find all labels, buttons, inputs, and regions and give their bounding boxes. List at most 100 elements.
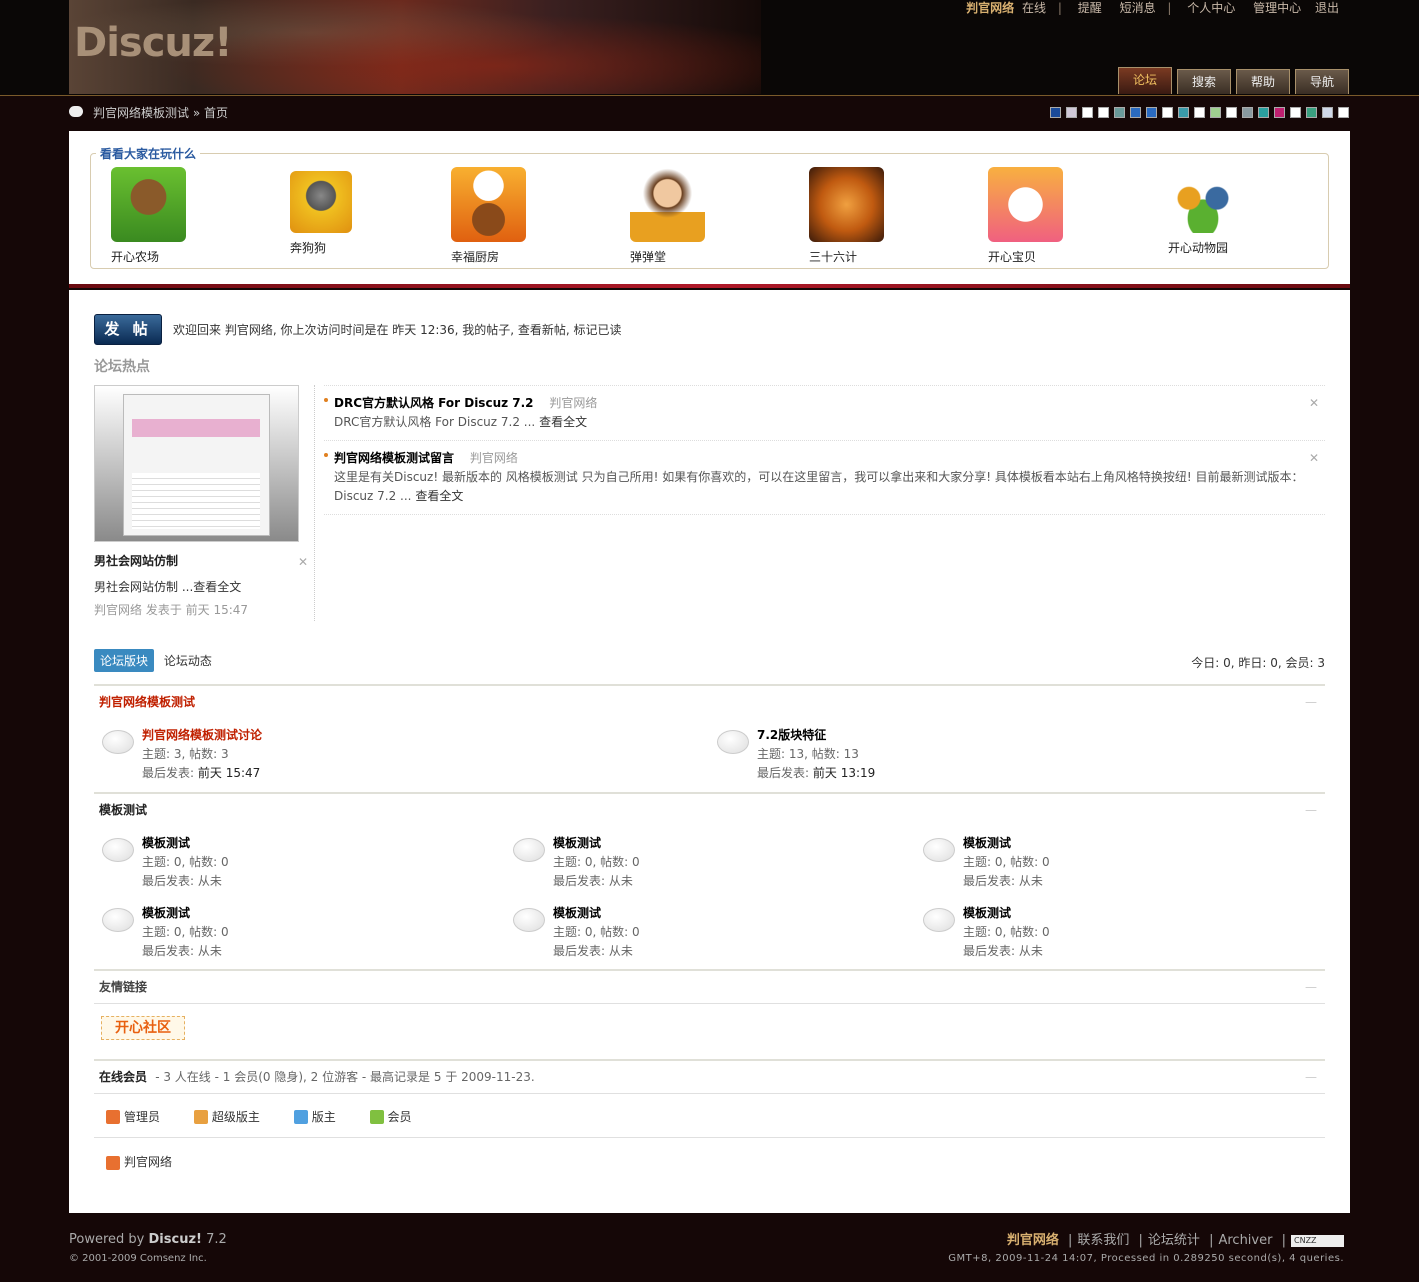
strategy-game-icon[interactable] <box>809 167 884 242</box>
site-logo[interactable]: Discuz! <box>74 20 232 66</box>
forum-bubble-icon <box>102 908 134 932</box>
tab-forum[interactable]: 论坛 <box>1118 67 1172 94</box>
forum-item: 模板测试 主题: 0, 帖数: 0 最后发表: 从未 <box>98 834 498 894</box>
collapse-icon[interactable]: — <box>1305 1061 1317 1093</box>
forum-name[interactable]: 7.2版块特征 <box>757 726 826 743</box>
online-legend: 管理员 超级版主 版主 会员 <box>106 1108 442 1127</box>
tab-help[interactable]: 帮助 <box>1236 69 1290 94</box>
forum-name[interactable]: 模板测试 <box>963 834 1011 851</box>
forum-last-post: 最后发表: 前天 15:47 <box>142 766 261 780</box>
game-item[interactable]: 开心农场 <box>111 167 191 265</box>
collapse-icon[interactable]: — <box>1305 686 1317 718</box>
forum-name[interactable]: 模板测试 <box>553 834 601 851</box>
friend-links-title[interactable]: 友情链接 <box>94 971 1325 1004</box>
forum-name[interactable]: 模板测试 <box>553 904 601 921</box>
reminder-link[interactable]: 提醒 <box>1078 1 1102 15</box>
logout-link[interactable]: 退出 <box>1315 1 1339 15</box>
style-swatch[interactable] <box>1290 107 1301 118</box>
cnzz-badge[interactable]: CNZZ <box>1291 1234 1344 1247</box>
hot-item-author[interactable]: 判官网络 <box>549 396 597 410</box>
forum-name[interactable]: 模板测试 <box>142 834 190 851</box>
online-status[interactable]: 在线 <box>1022 1 1046 15</box>
style-swatch[interactable] <box>1178 107 1189 118</box>
online-user[interactable]: 判官网络 <box>106 1153 172 1170</box>
legend-admin: 管理员 <box>106 1108 160 1125</box>
game-item[interactable]: 开心动物园 <box>1168 175 1248 256</box>
user-center-link[interactable]: 个人中心 <box>1187 1 1235 15</box>
admin-center-link[interactable]: 管理中心 <box>1253 1 1301 15</box>
forum-name[interactable]: 判官网络模板测试讨论 <box>142 726 262 743</box>
discuz-link[interactable]: Discuz! <box>149 1232 202 1247</box>
style-swatch[interactable] <box>1082 107 1093 118</box>
hot-item-title[interactable]: 判官网络模板测试留言 <box>334 451 454 465</box>
style-swatch[interactable] <box>1322 107 1333 118</box>
collapse-icon[interactable]: — <box>1305 794 1317 826</box>
featured-thumbnail[interactable] <box>94 385 299 542</box>
category-title[interactable]: 判官网络模板测试 <box>94 686 1325 718</box>
breadcrumb-site[interactable]: 判官网络模板测试 <box>93 106 189 120</box>
style-swatch[interactable] <box>1146 107 1157 118</box>
forum-name[interactable]: 模板测试 <box>963 904 1011 921</box>
style-swatch[interactable] <box>1258 107 1269 118</box>
game-item[interactable]: 三十六计 <box>809 167 889 265</box>
style-swatch[interactable] <box>1050 107 1061 118</box>
tab-navigation[interactable]: 导航 <box>1295 69 1349 94</box>
admin-user-icon <box>106 1155 120 1170</box>
close-icon[interactable]: ✕ <box>298 555 308 569</box>
kitchen-game-icon[interactable] <box>451 167 526 242</box>
hot-item: DRC官方默认风格 For Discuz 7.2 判官网络 ✕ DRC官方默认风… <box>324 385 1325 440</box>
style-swatch[interactable] <box>1130 107 1141 118</box>
games-panel: 看看大家在玩什么 开心农场 奔狗狗 幸福厨房 弹弹堂 三十六计 开心宝贝 开心动… <box>69 131 1350 284</box>
style-swatch[interactable] <box>1066 107 1077 118</box>
forum-stats: 主题: 0, 帖数: 0 <box>553 855 640 869</box>
online-title[interactable]: 在线会员 <box>99 1070 147 1084</box>
style-swatch[interactable] <box>1210 107 1221 118</box>
online-user-name[interactable]: 判官网络 <box>124 1155 172 1169</box>
username-link[interactable]: 判官网络 <box>966 1 1014 15</box>
close-icon[interactable]: ✕ <box>1309 451 1319 465</box>
style-swatch[interactable] <box>1114 107 1125 118</box>
forum-last-post: 最后发表: 从未 <box>142 944 222 958</box>
close-icon[interactable]: ✕ <box>1309 396 1319 410</box>
ddtank-game-icon[interactable] <box>630 167 705 242</box>
tab-forum-activity[interactable]: 论坛动态 <box>158 649 218 672</box>
dog-game-icon[interactable] <box>290 171 352 233</box>
read-more-link[interactable]: 查看全文 <box>415 489 463 503</box>
hot-item-title[interactable]: DRC官方默认风格 For Discuz 7.2 <box>334 396 534 410</box>
farm-game-icon[interactable] <box>111 167 186 242</box>
game-item[interactable]: 幸福厨房 <box>451 167 531 265</box>
messages-link[interactable]: 短消息 <box>1120 1 1156 15</box>
featured-title[interactable]: 男社会网站仿制 <box>94 552 178 569</box>
archiver-link[interactable]: Archiver <box>1218 1233 1272 1248</box>
forum-stats: 今日: 0, 昨日: 0, 会员: 3 <box>1191 656 1325 670</box>
style-swatch[interactable] <box>1306 107 1317 118</box>
style-swatch[interactable] <box>1194 107 1205 118</box>
game-item[interactable]: 奔狗狗 <box>290 171 370 256</box>
style-swatch[interactable] <box>1274 107 1285 118</box>
collapse-icon[interactable]: — <box>1305 971 1317 1003</box>
contact-link[interactable]: 联系我们 <box>1077 1233 1129 1248</box>
forum-name[interactable]: 模板测试 <box>142 904 190 921</box>
zoo-game-icon[interactable] <box>1168 175 1238 233</box>
read-more-link[interactable]: 查看全文 <box>539 415 587 429</box>
style-swatch[interactable] <box>1098 107 1109 118</box>
tab-search[interactable]: 搜索 <box>1177 69 1231 94</box>
forum-item: 模板测试 主题: 0, 帖数: 0 最后发表: 从未 <box>98 904 498 964</box>
stats-link[interactable]: 论坛统计 <box>1148 1233 1200 1248</box>
new-post-button[interactable]: 发 帖 <box>94 314 162 345</box>
forum-stats: 主题: 0, 帖数: 0 <box>142 925 229 939</box>
game-item[interactable]: 开心宝贝 <box>988 167 1068 265</box>
style-swatch[interactable] <box>1226 107 1237 118</box>
rabbit-game-icon[interactable] <box>988 167 1063 242</box>
featured-desc[interactable]: 男社会网站仿制 ...查看全文 <box>94 578 241 595</box>
game-item[interactable]: 弹弹堂 <box>630 167 710 265</box>
style-swatch[interactable] <box>1242 107 1253 118</box>
style-swatch[interactable] <box>1338 107 1349 118</box>
style-swatch[interactable] <box>1162 107 1173 118</box>
category-title[interactable]: 模板测试 <box>94 794 1325 826</box>
friend-link-logo[interactable]: 开心社区 <box>101 1016 185 1040</box>
tab-forum-boards[interactable]: 论坛版块 <box>94 649 155 672</box>
hot-item-author[interactable]: 判官网络 <box>470 451 518 465</box>
forum-last-post: 最后发表: 从未 <box>963 944 1043 958</box>
footer-site-link[interactable]: 判官网络 <box>1007 1233 1059 1248</box>
